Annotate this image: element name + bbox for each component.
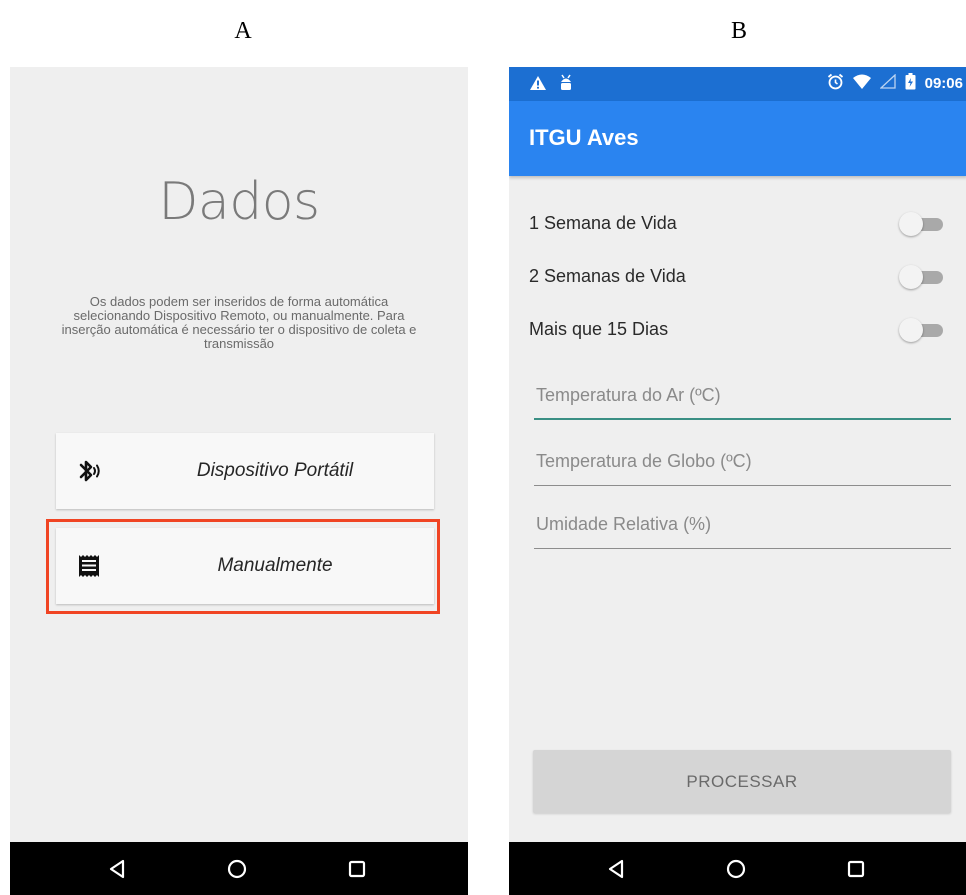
toggle-label: Mais que 15 Dias: [529, 319, 669, 339]
alarm-icon: [827, 73, 844, 94]
toggle-2-semanas-de-vida[interactable]: [899, 265, 945, 289]
back-icon[interactable]: [602, 855, 630, 883]
toggle-row-2-semanas: 2 Semanas de Vida: [529, 258, 947, 294]
toggle-label: 2 Semanas de Vida: [529, 266, 686, 286]
dispositivo-portatil-button[interactable]: Dispositivo Portátil: [56, 433, 434, 509]
battery-icon: [905, 73, 916, 94]
toggle-row-1-semana: 1 Semana de Vida: [529, 205, 947, 241]
phone-screen-a: Dados Os dados podem ser inseridos de fo…: [10, 67, 468, 895]
toggle-label: 1 Semana de Vida: [529, 213, 677, 233]
recents-icon[interactable]: [842, 855, 870, 883]
temperatura-globo-field-container: [534, 442, 951, 486]
dispositivo-portatil-label: Dispositivo Portátil: [196, 460, 354, 481]
android-debug-icon: [559, 74, 573, 97]
panel-label-a: A: [234, 18, 252, 44]
temperatura-ar-field-container: [534, 376, 951, 420]
status-bar: 09:06: [509, 67, 966, 101]
app-title: ITGU Aves: [529, 125, 639, 150]
field-underline: [534, 548, 951, 549]
home-icon[interactable]: [722, 855, 750, 883]
toggle-row-mais-15-dias: Mais que 15 Dias: [529, 311, 947, 347]
signal-icon: [878, 73, 896, 93]
page-description: Os dados podem ser inseridos de forma au…: [61, 294, 417, 351]
wifi-icon: [852, 74, 871, 93]
temperatura-globo-input[interactable]: [534, 442, 951, 480]
selection-highlight: [46, 519, 440, 614]
navigation-bar: [509, 842, 966, 895]
field-underline: [534, 485, 951, 486]
panel-label-b: B: [730, 18, 747, 44]
recents-icon[interactable]: [343, 855, 371, 883]
umidade-relativa-input[interactable]: [534, 505, 951, 543]
umidade-relativa-field-container: [534, 505, 951, 549]
field-underline: [534, 418, 951, 420]
temperatura-ar-input[interactable]: [534, 376, 951, 414]
home-icon[interactable]: [223, 855, 251, 883]
page-title: Dados: [158, 172, 320, 232]
toggle-mais-que-15-dias[interactable]: [899, 318, 945, 342]
app-bar: ITGU Aves: [509, 101, 966, 176]
status-time: 09:06: [924, 75, 963, 92]
navigation-bar: [10, 842, 468, 895]
toggle-1-semana-de-vida[interactable]: [899, 212, 945, 236]
processar-button[interactable]: PROCESSAR: [533, 750, 951, 813]
phone-screen-b: 09:06 ITGU Aves 1 Semana de Vida 2 Seman…: [509, 67, 966, 895]
warning-icon: [529, 75, 547, 96]
back-icon[interactable]: [103, 855, 131, 883]
bluetooth-audio-icon: [75, 457, 103, 485]
